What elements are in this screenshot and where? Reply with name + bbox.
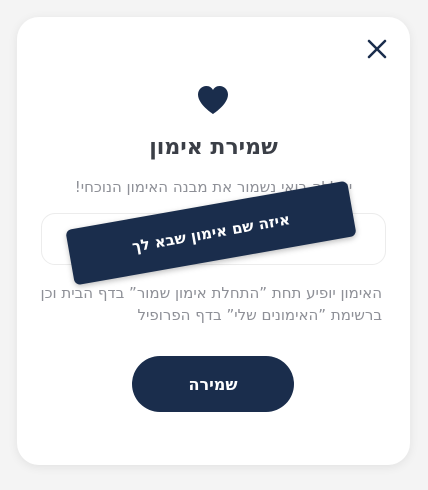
workout-name-input[interactable]	[65, 180, 357, 286]
close-button[interactable]	[365, 37, 389, 61]
modal-description: האימון יופיע תחת ”התחלת אימון שמור” בדף …	[40, 284, 383, 324]
close-icon	[367, 39, 387, 59]
modal-title: שמירת אימון	[149, 135, 278, 160]
heart-icon	[198, 86, 228, 114]
save-workout-modal: שמירת אימון יאללה בואי נשמור את מבנה האי…	[17, 17, 410, 465]
save-button[interactable]: שמירה	[132, 356, 294, 412]
